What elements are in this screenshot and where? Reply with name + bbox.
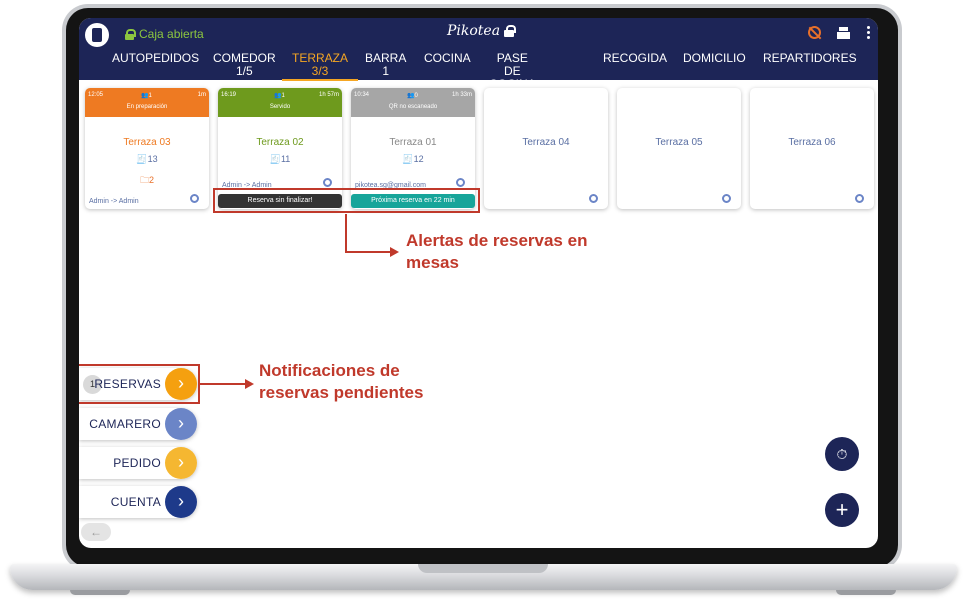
laptop-foot-left: [70, 590, 130, 595]
table-card-terraza-03[interactable]: 12:05 👥1 1m En preparación Terraza 03 🧾1…: [85, 88, 209, 209]
tab-terraza[interactable]: TERRAZA 3/3: [281, 52, 359, 81]
logo-icon[interactable]: [85, 23, 109, 47]
gear-icon[interactable]: [855, 194, 864, 203]
table-name: Terraza 05: [655, 137, 703, 148]
table-name: Terraza 06: [788, 137, 836, 148]
pedido-button[interactable]: PEDIDO ›: [79, 447, 197, 479]
table-card-terraza-04[interactable]: Terraza 04: [484, 88, 608, 209]
app-screen: Caja abierta Pikotea AUTOPEDIDOS COMEDOR…: [79, 18, 878, 548]
table-status-header: 10:34 👥0 1h 33m QR no escaneado: [351, 88, 475, 117]
annotation-notifications-text: Notificaciones de reservas pendientes: [259, 361, 424, 402]
table-status-header: 16:19 👥1 1h 57m Servido: [218, 88, 342, 117]
table-card-terraza-06[interactable]: Terraza 06: [750, 88, 874, 209]
lock-open-icon: [125, 28, 136, 40]
camarero-label: CAMARERO: [89, 417, 161, 431]
annotation-arrow-line: [345, 251, 391, 253]
cash-status-label: Caja abierta: [139, 27, 204, 41]
people-icon: 👥1: [274, 93, 285, 99]
camarero-button[interactable]: CAMARERO ›: [79, 408, 197, 440]
people-icon: 👥0: [407, 93, 418, 99]
tab-comedor[interactable]: COMEDOR 1/5: [213, 52, 276, 78]
table-name: Terraza 01: [389, 137, 437, 148]
chevron-right-icon: ›: [165, 486, 197, 518]
table-name: Terraza 04: [522, 137, 570, 148]
order-number: 🧾13: [136, 154, 158, 164]
tab-recogida[interactable]: RECOGIDA: [603, 52, 667, 65]
cuenta-label: CUENTA: [110, 495, 161, 509]
gear-icon[interactable]: [589, 194, 598, 203]
chevron-right-icon: ›: [165, 408, 197, 440]
gear-icon[interactable]: [456, 178, 465, 187]
waiter-assignment: Admin -> Admin: [89, 198, 139, 205]
annotation-alerts-text: Alertas de reservas en mesas: [406, 231, 588, 272]
top-bar: Caja abierta Pikotea AUTOPEDIDOS COMEDOR…: [79, 18, 878, 104]
plus-icon[interactable]: +: [825, 493, 859, 527]
annotation-arrowhead: [245, 379, 254, 389]
timer-add-icon[interactable]: ⏱: [825, 437, 859, 471]
timer-off-icon[interactable]: [808, 26, 821, 39]
header-actions: [808, 26, 870, 39]
cash-register-icon[interactable]: [837, 26, 850, 39]
table-name: Terraza 03: [123, 137, 171, 148]
annotation-highlight-alerts: [213, 188, 480, 213]
gear-icon[interactable]: [722, 194, 731, 203]
gear-icon[interactable]: [323, 178, 332, 187]
pedido-label: PEDIDO: [113, 456, 161, 470]
cuenta-button[interactable]: CUENTA ›: [79, 486, 197, 518]
tab-cocina[interactable]: COCINA: [424, 52, 471, 65]
brand: Pikotea: [447, 23, 517, 39]
cash-status[interactable]: Caja abierta: [125, 27, 204, 41]
gear-icon[interactable]: [190, 194, 199, 203]
order-number: 🧾12: [402, 154, 424, 164]
table-status-header: 12:05 👥1 1m En preparación: [85, 88, 209, 117]
tab-autopedidos[interactable]: AUTOPEDIDOS: [112, 52, 199, 65]
brand-name: Pikotea: [447, 23, 501, 39]
tab-domicilio[interactable]: DOMICILIO: [683, 52, 746, 65]
back-arrow-icon[interactable]: ←: [81, 523, 111, 541]
order-number: 🧾11: [269, 154, 291, 164]
tab-repartidores[interactable]: REPARTIDORES: [763, 52, 857, 65]
annotation-highlight-reservas: [79, 364, 200, 404]
laptop-notch: [418, 564, 548, 573]
chevron-right-icon: ›: [165, 447, 197, 479]
table-name: Terraza 02: [256, 137, 304, 148]
annotation-arrow-line: [200, 383, 246, 385]
lock-icon: [504, 25, 517, 37]
more-vert-icon[interactable]: [866, 26, 870, 39]
stage: Caja abierta Pikotea AUTOPEDIDOS COMEDOR…: [0, 0, 967, 605]
pending-items: 🗀2: [139, 175, 155, 185]
people-icon: 👥1: [141, 93, 152, 99]
laptop-foot-right: [836, 590, 896, 595]
annotation-arrowhead: [390, 247, 399, 257]
tab-barra[interactable]: BARRA 1: [365, 52, 406, 78]
annotation-arrow-line: [345, 214, 347, 252]
table-card-terraza-05[interactable]: Terraza 05: [617, 88, 741, 209]
